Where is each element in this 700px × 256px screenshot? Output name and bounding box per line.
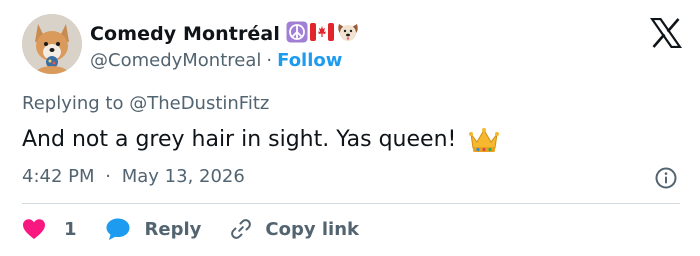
action-bar: 1 Reply Copy link xyxy=(22,215,359,243)
reply-button[interactable]: Reply xyxy=(105,217,202,241)
reply-label: Reply xyxy=(144,218,202,240)
copy-link-label: Copy link xyxy=(265,218,359,240)
tweet-header: Comedy Montréal @ComedyMontreal · Follow xyxy=(22,14,683,78)
copy-link-button[interactable]: Copy link xyxy=(229,217,359,241)
handle[interactable]: @ComedyMontreal xyxy=(90,49,261,73)
separator-dot: · xyxy=(105,166,111,187)
reply-mention-link[interactable]: @TheDustinFitz xyxy=(129,93,269,114)
info-icon[interactable] xyxy=(654,166,678,190)
heart-icon xyxy=(22,218,46,240)
avatar[interactable] xyxy=(22,14,82,74)
replying-prefix: Replying to xyxy=(22,93,124,114)
tweet-time: 4:42 PM xyxy=(22,166,95,187)
crown-icon xyxy=(468,126,500,154)
tweet-date: May 13, 2026 xyxy=(121,166,245,187)
dog-face-icon xyxy=(336,21,360,47)
divider xyxy=(22,203,680,204)
timestamp[interactable]: 4:42 PM · May 13, 2026 xyxy=(22,165,245,189)
link-icon xyxy=(229,217,253,241)
like-count: 1 xyxy=(64,218,77,240)
reply-bubble-icon xyxy=(105,217,131,241)
peace-symbol-icon xyxy=(286,21,308,47)
canada-flag-icon xyxy=(309,23,334,45)
display-name[interactable]: Comedy Montréal xyxy=(90,22,280,46)
separator-dot: · xyxy=(266,50,273,71)
like-button[interactable]: 1 xyxy=(22,218,77,240)
name-emojis xyxy=(286,21,360,47)
x-logo-icon[interactable] xyxy=(649,17,683,49)
tweet-body: And not a grey hair in sight. Yas queen! xyxy=(22,127,457,152)
replying-to-line: Replying to @TheDustinFitz xyxy=(22,92,269,116)
follow-button[interactable]: Follow xyxy=(277,49,342,73)
tweet-text: And not a grey hair in sight. Yas queen! xyxy=(22,124,500,156)
author-block: Comedy Montréal @ComedyMontreal · Follow xyxy=(90,21,360,73)
